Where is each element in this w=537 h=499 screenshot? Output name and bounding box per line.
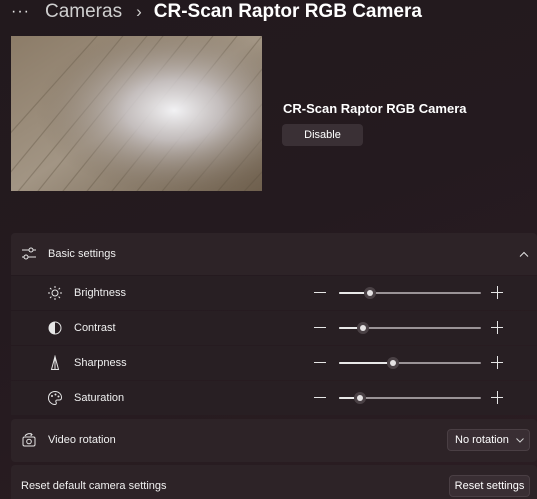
breadcrumb: ··· Cameras › CR-Scan Raptor RGB Camera — [11, 0, 422, 24]
saturation-icon — [47, 390, 63, 406]
disable-button[interactable]: Disable — [282, 124, 363, 146]
saturation-increase-icon[interactable] — [490, 390, 504, 406]
page-title: CR-Scan Raptor RGB Camera — [153, 1, 422, 22]
breadcrumb-cameras-link[interactable]: Cameras — [45, 1, 122, 23]
sharpness-row: Sharpness — [11, 346, 537, 380]
breadcrumb-separator: › — [136, 2, 142, 21]
sharpness-increase-icon[interactable] — [490, 355, 504, 371]
video-rotation-selected: No rotation — [455, 434, 509, 446]
brightness-icon — [47, 285, 63, 301]
rotate-camera-icon — [21, 432, 37, 448]
contrast-slider[interactable] — [339, 322, 481, 334]
brightness-increase-icon[interactable] — [490, 285, 504, 301]
settings-sliders-icon — [21, 246, 37, 262]
sharpness-label: Sharpness — [74, 357, 127, 369]
sharpness-slider[interactable] — [339, 357, 481, 369]
chevron-down-icon — [515, 436, 524, 445]
brightness-label: Brightness — [74, 287, 126, 299]
saturation-slider-thumb[interactable] — [354, 392, 367, 404]
reset-settings-button[interactable]: Reset settings — [449, 475, 530, 497]
contrast-row: Contrast — [11, 311, 537, 345]
camera-preview — [11, 36, 262, 191]
sharpness-slider-thumb[interactable] — [386, 357, 399, 369]
reset-label: Reset default camera settings — [21, 480, 167, 492]
more-options-icon[interactable]: ··· — [11, 3, 33, 21]
brightness-row: Brightness — [11, 276, 537, 310]
brightness-decrease-icon[interactable] — [313, 285, 327, 301]
chevron-up-icon[interactable] — [517, 247, 531, 261]
reset-row: Reset default camera settings Reset sett… — [11, 465, 537, 499]
camera-name: CR-Scan Raptor RGB Camera — [283, 101, 467, 116]
brightness-slider[interactable] — [339, 287, 481, 299]
contrast-slider-thumb[interactable] — [357, 322, 370, 334]
sharpness-decrease-icon[interactable] — [313, 355, 327, 371]
video-rotation-select[interactable]: No rotation — [447, 429, 530, 451]
contrast-icon — [47, 320, 63, 336]
video-rotation-row: Video rotation No rotation — [11, 419, 537, 462]
sharpness-icon — [47, 355, 63, 371]
saturation-slider[interactable] — [339, 392, 481, 404]
saturation-decrease-icon[interactable] — [313, 390, 327, 406]
basic-settings-header[interactable]: Basic settings — [11, 233, 537, 275]
contrast-decrease-icon[interactable] — [313, 320, 327, 336]
brightness-slider-thumb[interactable] — [364, 287, 377, 299]
saturation-label: Saturation — [74, 392, 125, 404]
contrast-increase-icon[interactable] — [490, 320, 504, 336]
basic-settings-title: Basic settings — [48, 248, 116, 260]
video-rotation-label: Video rotation — [48, 434, 116, 446]
saturation-row: Saturation — [11, 381, 537, 415]
contrast-label: Contrast — [74, 322, 116, 334]
